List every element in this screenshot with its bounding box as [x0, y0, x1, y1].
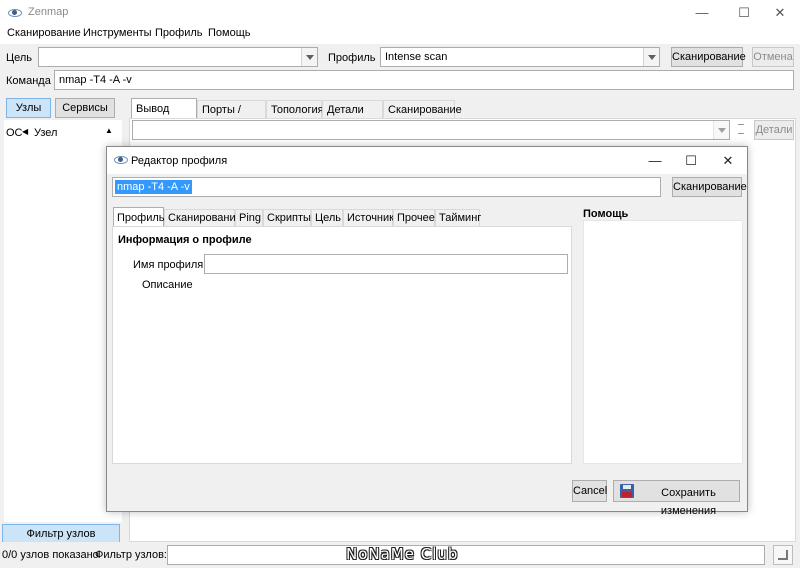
tab-topology[interactable]: Топология — [266, 100, 324, 119]
host-filter-input[interactable] — [167, 545, 765, 565]
tab-timing[interactable]: Тайминг — [435, 209, 481, 227]
profile-combobox[interactable]: Intense scan — [380, 47, 660, 67]
window-title: Zenmap — [28, 6, 69, 18]
profile-name-input[interactable] — [204, 254, 568, 274]
minimize-icon[interactable]: — — [636, 147, 674, 174]
tab-target[interactable]: Цель — [311, 209, 343, 227]
profile-tab-panel: Информация о профиле Имя профиля Описани… — [112, 226, 572, 464]
target-combobox[interactable] — [38, 47, 318, 67]
save-changes-label: Сохранить изменения — [660, 487, 717, 517]
maximize-icon[interactable]: ☐ — [672, 147, 710, 174]
target-label: Цель — [6, 52, 33, 64]
tab-host-details[interactable]: Детали узла — [322, 100, 383, 134]
tab-scan[interactable]: Сканирование — [164, 209, 242, 227]
status-bar: 0/0 узлов показано Фильтр узлов: NoNaMe … — [0, 542, 800, 568]
tab-ports-hosts[interactable]: Порты / Узлы — [197, 100, 266, 134]
menu-tools[interactable]: Инструменты — [83, 27, 152, 39]
help-title: Помощь — [583, 208, 629, 220]
grip-icon — [738, 124, 744, 134]
command-value: nmap -T4 -A -v — [59, 74, 132, 86]
menu-profile[interactable]: Профиль — [155, 27, 203, 39]
cancel-button[interactable]: Cancel — [572, 480, 607, 502]
profile-value: Intense scan — [385, 51, 448, 63]
chevron-down-icon[interactable] — [301, 48, 317, 66]
close-icon[interactable]: ✕ — [709, 147, 747, 174]
clear-filter-button[interactable] — [773, 545, 793, 565]
dialog-title-bar: Редактор профиля — ☐ ✕ — [107, 147, 747, 174]
cancel-scan-button[interactable]: Отмена — [752, 47, 794, 67]
zenmap-eye-icon — [114, 156, 128, 164]
tab-profile[interactable]: Профиль — [113, 207, 165, 227]
description-label: Описание — [142, 279, 193, 291]
hosts-list[interactable]: ОС ◀ Узел ▲ — [4, 120, 122, 522]
details-button[interactable]: Детали — [754, 120, 794, 140]
output-host-combobox[interactable] — [132, 120, 730, 140]
sort-up-icon: ▲ — [105, 126, 113, 135]
tab-scripts[interactable]: Скрипты — [263, 209, 311, 227]
hosts-shown-text: 0/0 узлов показано — [2, 549, 99, 561]
tab-source[interactable]: Источник — [343, 209, 394, 227]
profile-label: Профиль — [328, 52, 376, 64]
profile-editor-dialog: Редактор профиля — ☐ ✕ nmap -T4 -A -v Ск… — [106, 146, 748, 517]
watermark: NoNaMe Club — [346, 545, 459, 563]
column-host[interactable]: Узел — [34, 127, 57, 139]
command-input[interactable]: nmap -T4 -A -v — [54, 70, 794, 90]
host-filter-label: Фильтр узлов: — [95, 549, 167, 561]
scan-button[interactable]: Сканирование — [671, 47, 746, 67]
dialog-scan-button[interactable]: Сканирование — [672, 177, 747, 197]
services-toggle-button[interactable]: Сервисы — [55, 98, 115, 118]
minimize-icon[interactable]: — — [682, 0, 722, 26]
section-title: Информация о профиле — [118, 234, 252, 246]
save-changes-button[interactable]: Сохранить изменения — [613, 480, 740, 517]
maximize-icon[interactable]: ☐ — [724, 0, 764, 26]
menu-help[interactable]: Помощь — [208, 27, 251, 39]
close-icon[interactable]: ✕ — [760, 0, 800, 26]
dialog-command-value: nmap -T4 -A -v — [115, 180, 192, 194]
title-bar: Zenmap — ☐ ✕ — [0, 0, 800, 26]
grip-icon — [778, 550, 788, 560]
chevron-down-icon[interactable] — [643, 48, 659, 66]
zenmap-eye-icon — [8, 9, 22, 17]
hosts-toggle-button[interactable]: Узлы — [6, 98, 51, 118]
tab-scans[interactable]: Сканирование — [383, 100, 462, 119]
dialog-title: Редактор профиля — [131, 155, 228, 167]
column-os[interactable]: ОС — [6, 127, 23, 139]
tab-nmap-output[interactable]: Вывод Nmap — [131, 98, 197, 136]
command-label: Команда — [6, 75, 51, 87]
profile-name-label: Имя профиля — [133, 259, 204, 271]
floppy-save-icon — [620, 484, 634, 498]
dialog-command-input[interactable]: nmap -T4 -A -v — [112, 177, 661, 197]
chevron-down-icon[interactable] — [713, 121, 729, 139]
menu-scan[interactable]: Сканирование — [7, 27, 81, 39]
tab-ping[interactable]: Ping — [235, 209, 263, 227]
tab-other[interactable]: Прочее — [393, 209, 435, 227]
help-panel — [583, 220, 743, 464]
menu-bar: Сканирование Инструменты Профиль Помощь — [0, 26, 800, 44]
sort-left-icon: ◀ — [22, 127, 29, 136]
host-filter-button[interactable]: Фильтр узлов — [2, 524, 120, 544]
